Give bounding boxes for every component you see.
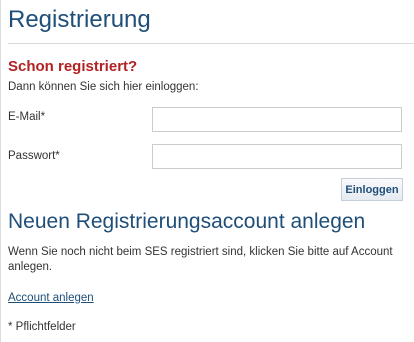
- password-field[interactable]: [152, 144, 402, 169]
- email-label: E-Mail*: [8, 111, 46, 123]
- login-heading: Schon registriert?: [8, 58, 138, 75]
- create-account-link[interactable]: Account anlegen: [8, 291, 94, 305]
- email-field[interactable]: [152, 107, 402, 132]
- registration-page: Registrierung Schon registriert? Dann kö…: [0, 0, 414, 342]
- title-divider: [8, 43, 414, 44]
- login-button[interactable]: Einloggen: [341, 178, 403, 201]
- register-heading: Neuen Registrierungsaccount anlegen: [8, 210, 366, 233]
- required-fields-note: * Pflichtfelder: [8, 321, 76, 333]
- page-title: Registrierung: [8, 6, 151, 33]
- register-text: Wenn Sie noch nicht beim SES registriert…: [8, 246, 393, 273]
- password-label: Passwort*: [8, 150, 60, 162]
- login-hint: Dann können Sie sich hier einloggen:: [8, 81, 199, 93]
